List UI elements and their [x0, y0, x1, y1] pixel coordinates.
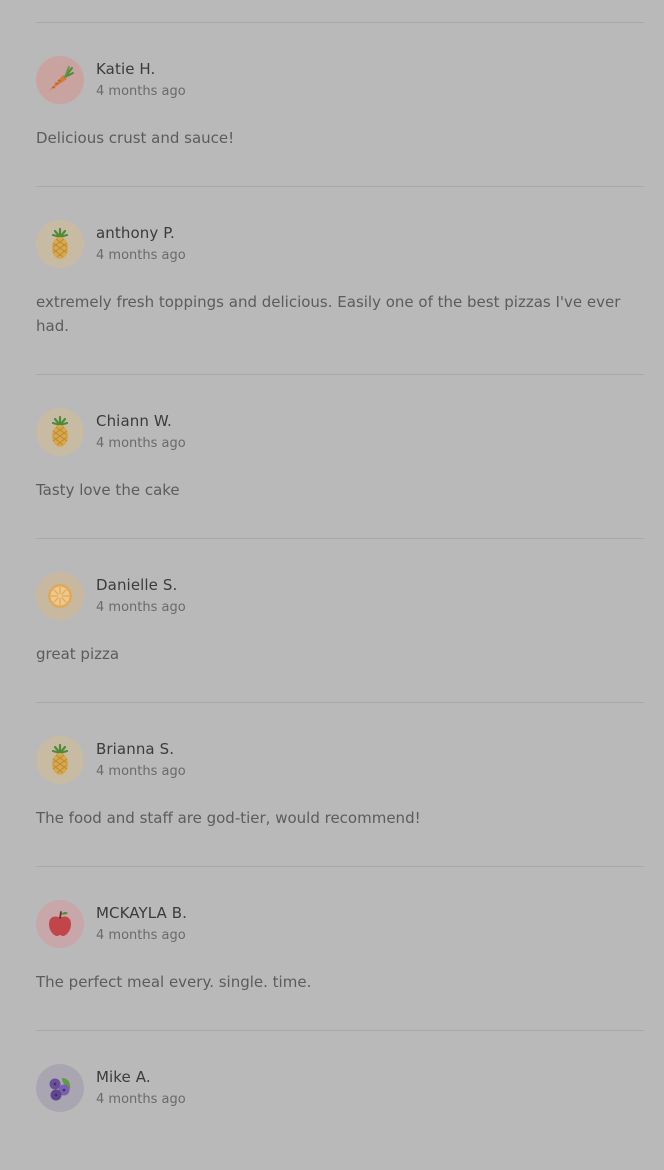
apple-icon [49, 911, 71, 936]
review-text: The perfect meal every. single. time. [36, 973, 312, 991]
review-list: Katie H. 4 months ago Delicious crust an… [36, 22, 644, 1170]
review-text: extremely fresh toppings and delicious. … [36, 293, 621, 335]
avatar [36, 220, 84, 268]
review-text: Delicious crust and sauce! [36, 129, 235, 147]
reviewer-name: anthony P. [96, 224, 175, 242]
reviewer-meta: Katie H. 4 months ago [96, 59, 186, 101]
review-header: Chiann W. 4 months ago [36, 408, 644, 456]
review-time: 4 months ago [96, 248, 186, 263]
review-time: 4 months ago [96, 84, 186, 99]
review-item: anthony P. 4 months ago extremely fresh … [36, 187, 644, 375]
reviewer-name: Mike A. [96, 1068, 151, 1086]
avatar [36, 572, 84, 620]
avatar [36, 900, 84, 948]
reviewer-meta: Danielle S. 4 months ago [96, 575, 186, 617]
review-header: MCKAYLA B. 4 months ago [36, 900, 644, 948]
pineapple-icon [51, 743, 69, 775]
review-item: Katie H. 4 months ago Delicious crust an… [36, 23, 644, 187]
review-time: 4 months ago [96, 764, 186, 779]
review-header: Katie H. 4 months ago [36, 56, 644, 104]
review-time: 4 months ago [96, 600, 186, 615]
review-text: great pizza [36, 645, 120, 663]
orange-slice-icon [48, 584, 72, 608]
reviewer-meta: Brianna S. 4 months ago [96, 739, 186, 781]
reviewer-meta: MCKAYLA B. 4 months ago [96, 903, 187, 945]
reviewer-meta: Mike A. 4 months ago [96, 1067, 186, 1109]
avatar [36, 736, 84, 784]
review-text: Tasty love the cake [36, 481, 180, 499]
review-header: anthony P. 4 months ago [36, 220, 644, 268]
review-time: 4 months ago [96, 1092, 186, 1107]
reviewer-name: Brianna S. [96, 740, 175, 758]
blueberries-icon [49, 1078, 71, 1101]
review-item: Chiann W. 4 months ago Tasty love the ca… [36, 375, 644, 539]
review-item: Danielle S. 4 months ago great pizza [36, 539, 644, 703]
reviewer-name: MCKAYLA B. [96, 904, 188, 922]
reviewer-name: Chiann W. [96, 412, 172, 430]
pineapple-icon [51, 415, 69, 447]
review-time: 4 months ago [96, 928, 186, 943]
reviewer-name: Danielle S. [96, 576, 178, 594]
review-item: MCKAYLA B. 4 months ago The perfect meal… [36, 867, 644, 1031]
avatar [36, 56, 84, 104]
carrot-icon [49, 66, 74, 91]
reviewer-meta: anthony P. 4 months ago [96, 223, 186, 265]
pineapple-icon [51, 227, 69, 259]
review-time: 4 months ago [96, 436, 186, 451]
review-header: Mike A. 4 months ago [36, 1064, 644, 1112]
reviewer-meta: Chiann W. 4 months ago [96, 411, 186, 453]
reviewer-name: Katie H. [96, 60, 156, 78]
review-header: Brianna S. 4 months ago [36, 736, 644, 784]
review-item: Brianna S. 4 months ago The food and sta… [36, 703, 644, 867]
review-header: Danielle S. 4 months ago [36, 572, 644, 620]
avatar [36, 1064, 84, 1112]
review-text: The food and staff are god-tier, would r… [36, 809, 421, 827]
avatar [36, 408, 84, 456]
review-item: Mike A. 4 months ago [36, 1031, 644, 1170]
